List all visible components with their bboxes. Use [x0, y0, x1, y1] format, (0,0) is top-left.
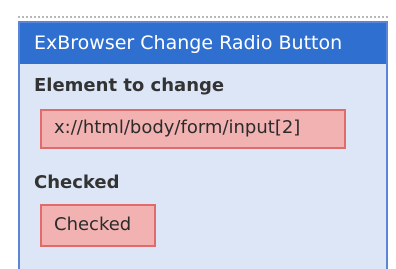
- canvas: ExBrowser Change Radio Button Element to…: [0, 0, 396, 269]
- dotted-separator: [18, 16, 388, 18]
- element-to-change-value[interactable]: x://html/body/form/input[2]: [40, 109, 346, 149]
- checked-label: Checked: [34, 172, 120, 193]
- change-radio-button-panel[interactable]: ExBrowser Change Radio Button Element to…: [18, 21, 388, 269]
- checked-value[interactable]: Checked: [40, 204, 156, 247]
- element-to-change-label: Element to change: [34, 75, 225, 96]
- panel-title: ExBrowser Change Radio Button: [20, 23, 386, 64]
